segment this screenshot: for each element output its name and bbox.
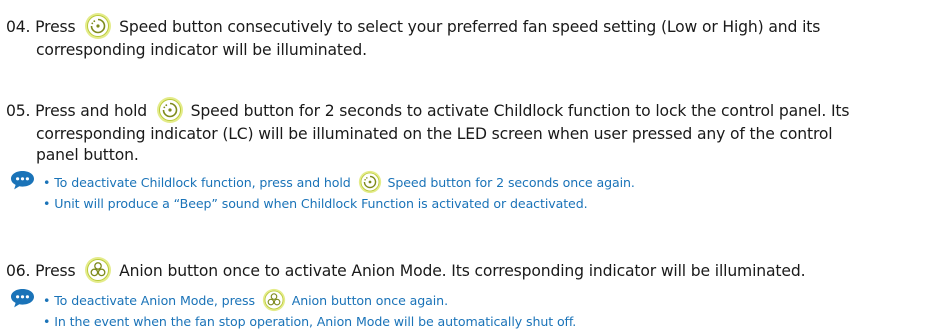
step-number: 06. xyxy=(6,262,31,280)
speed-button-icon xyxy=(358,170,382,194)
step-05-notes: • To deactivate Childlock function, pres… xyxy=(10,170,924,214)
note-text: • To deactivate Childlock function, pres… xyxy=(43,175,351,190)
step-text: Anion button once to activate Anion Mode… xyxy=(119,262,806,280)
note-line-1: • To deactivate Childlock function, pres… xyxy=(10,170,924,194)
step-text: Speed button consecutively to select you… xyxy=(119,18,821,36)
note-text: Speed button for 2 seconds once again. xyxy=(387,175,635,190)
speed-button-icon xyxy=(84,12,112,40)
step-05: 05. Press and hold Speed button for 2 se… xyxy=(6,96,924,166)
step-05-line-3: panel button. xyxy=(36,146,139,164)
step-number: 04. xyxy=(6,18,31,36)
step-05-line-1: 05. Press and hold Speed button for 2 se… xyxy=(6,96,924,124)
step-04-line-2: corresponding indicator will be illumina… xyxy=(36,41,367,59)
note-text: Anion button once again. xyxy=(291,293,448,308)
step-04-line-1: 04. Press Speed button consecutively to … xyxy=(6,12,924,40)
step-lead-text: Press xyxy=(35,262,76,280)
anion-button-icon xyxy=(84,256,112,284)
step-06-notes: • To deactivate Anion Mode, press Anion … xyxy=(10,288,924,332)
step-text: Speed button for 2 seconds to activate C… xyxy=(190,102,850,120)
speed-button-icon xyxy=(156,96,184,124)
speech-bubble-icon xyxy=(10,170,35,190)
step-lead-text: Press xyxy=(35,18,76,36)
note-line-1: • To deactivate Anion Mode, press Anion … xyxy=(10,288,924,312)
step-05-line-2: corresponding indicator (LC) will be ill… xyxy=(36,125,833,143)
anion-button-icon xyxy=(262,288,286,312)
note-line-2: • Unit will produce a “Beep” sound when … xyxy=(43,196,588,211)
step-04: 04. Press Speed button consecutively to … xyxy=(6,12,924,61)
note-text: • To deactivate Anion Mode, press xyxy=(43,293,255,308)
instruction-page: 04. Press Speed button consecutively to … xyxy=(0,0,930,335)
note-line-2: • In the event when the fan stop operati… xyxy=(43,314,577,329)
step-06-line-1: 06. Press Anion button once to activate … xyxy=(6,256,924,284)
step-06: 06. Press Anion button once to activate … xyxy=(6,256,924,284)
step-lead-text: Press and hold xyxy=(35,102,148,120)
speech-bubble-icon xyxy=(10,288,35,308)
step-number: 05. xyxy=(6,102,31,120)
